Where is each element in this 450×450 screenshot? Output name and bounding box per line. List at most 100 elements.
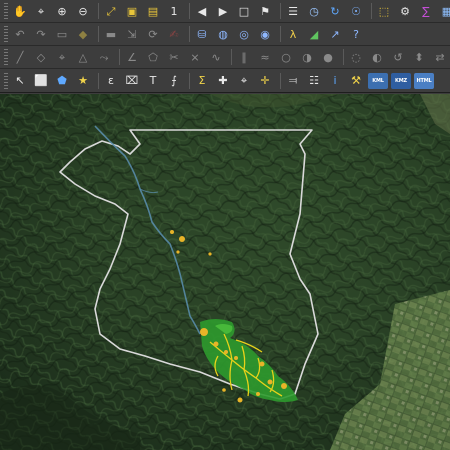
- georeference-icon[interactable]: ⌖: [235, 72, 253, 90]
- toolbar-separator: [280, 3, 281, 19]
- deselect-icon[interactable]: ⌧: [123, 72, 141, 90]
- attribute-table-icon[interactable]: ▦: [438, 2, 450, 20]
- qgis-window: ✋⌖⊕⊖⤢▣▤1◀▶□⚑☰◷↻☉⬚⚙∑▦↔✉✎ ↶↷▭◆▬⇲⟳✍⛁◍◎◉λ◢↗?…: [0, 0, 450, 450]
- map-svg[interactable]: [0, 94, 450, 450]
- simplify-icon[interactable]: ≈: [256, 48, 274, 66]
- select-pointer-icon[interactable]: ↖: [11, 72, 29, 90]
- tools-wrench-icon[interactable]: ⚒: [347, 72, 365, 90]
- zoom-full-icon[interactable]: ⤢: [102, 2, 120, 20]
- toolbar-separator: [119, 49, 120, 65]
- identify-icon[interactable]: ☉: [347, 2, 365, 20]
- change-label-icon[interactable]: ✍: [165, 25, 183, 43]
- zoom-to-selection-icon[interactable]: ▣: [123, 2, 141, 20]
- undo-icon[interactable]: ↶: [11, 25, 29, 43]
- add-wms-layer-icon[interactable]: ◍: [214, 25, 232, 43]
- select-by-expression-icon[interactable]: ε: [102, 72, 120, 90]
- zoom-next-icon[interactable]: ▶: [214, 2, 232, 20]
- toolbar-separator: [231, 49, 232, 65]
- zoom-to-layer-icon[interactable]: ▤: [144, 2, 162, 20]
- snapping-icon[interactable]: ⌖: [53, 48, 71, 66]
- add-part-icon[interactable]: ◑: [298, 48, 316, 66]
- zoom-last-icon[interactable]: ◀: [193, 2, 211, 20]
- reverse-line-icon[interactable]: ⇄: [431, 48, 449, 66]
- toolbar-separator: [371, 3, 372, 19]
- offset-curve-icon[interactable]: ∥: [235, 48, 253, 66]
- toolbar-handle[interactable]: [4, 26, 8, 42]
- merge-features-icon[interactable]: ⨯: [186, 48, 204, 66]
- export-kml-icon[interactable]: KML: [368, 72, 388, 89]
- pin-labels-icon[interactable]: ▭: [53, 25, 71, 43]
- favorite-star-icon[interactable]: ★: [74, 72, 92, 90]
- new-map-view-icon[interactable]: □: [235, 2, 253, 20]
- delete-ring-icon[interactable]: ◌: [347, 48, 365, 66]
- terrain-profile-icon[interactable]: ◢: [305, 25, 323, 43]
- select-by-rectangle-icon[interactable]: ⬜: [32, 72, 50, 90]
- select-by-polygon-icon[interactable]: ⬟: [53, 72, 71, 90]
- measure-polygon-icon[interactable]: ⬠: [144, 48, 162, 66]
- show-bookmarks-icon[interactable]: ☰: [284, 2, 302, 20]
- highlight-labels-icon[interactable]: ◆: [74, 25, 92, 43]
- export-kmz-icon[interactable]: KMZ: [391, 72, 411, 89]
- digitize-line-icon[interactable]: ╱: [11, 48, 29, 66]
- enable-tracing-icon[interactable]: ⤳: [95, 48, 113, 66]
- export-html-icon[interactable]: HTML: [414, 72, 434, 89]
- toolbar-separator: [98, 3, 99, 19]
- field-calculator-icon[interactable]: ⨍: [165, 72, 183, 90]
- advanced-digitizing-icon[interactable]: ∠: [123, 48, 141, 66]
- crosshair-icon[interactable]: ✚: [214, 72, 232, 90]
- new-bookmark-icon[interactable]: ⚑: [256, 2, 274, 20]
- toolbar-row-selection-plugins: ↖ ⬜ ⬟ ★ ε ⌧ T ⨍ Σ ✚ ⌖ ✛ ⫤ ☷ i ⚒ KML KMZ HTML: [0, 69, 450, 93]
- toolbar-separator: [189, 3, 190, 19]
- python-console-icon[interactable]: λ: [284, 25, 302, 43]
- database-icon[interactable]: ⛁: [193, 25, 211, 43]
- toolbar-handle[interactable]: [4, 49, 8, 65]
- add-wfs-layer-icon[interactable]: ◎: [235, 25, 253, 43]
- toolbar-separator: [280, 72, 281, 89]
- toolbar-area: ✋⌖⊕⊖⤢▣▤1◀▶□⚑☰◷↻☉⬚⚙∑▦↔✉✎ ↶↷▭◆▬⇲⟳✍⛁◍◎◉λ◢↗?…: [0, 0, 450, 94]
- scale-feature-icon[interactable]: ⬍: [410, 48, 428, 66]
- statistics-icon[interactable]: Σ: [193, 72, 211, 90]
- toolbar-handle[interactable]: [4, 3, 8, 19]
- toolbar-separator: [280, 26, 281, 42]
- toolbar-separator: [98, 72, 99, 89]
- select-features-icon[interactable]: ⬚: [375, 2, 393, 20]
- help-icon[interactable]: ?: [347, 25, 365, 43]
- rotate-feature-icon[interactable]: ↺: [389, 48, 407, 66]
- add-ring-icon[interactable]: ○: [277, 48, 295, 66]
- toolbar-row-digitizing: ╱◇⌖△⤳∠⬠✂⨯∿∥≈○◑●◌◐↺⬍⇄⊕◈✖: [0, 46, 450, 69]
- delete-part-icon[interactable]: ◐: [368, 48, 386, 66]
- attribute-form-icon[interactable]: ☷: [305, 72, 323, 90]
- move-label-icon[interactable]: ⇲: [123, 25, 141, 43]
- reshape-icon[interactable]: ∿: [207, 48, 225, 66]
- vertex-tool-icon[interactable]: ◇: [32, 48, 50, 66]
- run-action-icon[interactable]: ⚙: [396, 2, 414, 20]
- toolbar-row-navigation: ✋⌖⊕⊖⤢▣▤1◀▶□⚑☰◷↻☉⬚⚙∑▦↔✉✎: [0, 0, 450, 23]
- pan-map-icon[interactable]: ✋: [11, 2, 29, 20]
- toolbar-handle[interactable]: [4, 72, 8, 89]
- toolbar-separator: [98, 26, 99, 42]
- redo-icon[interactable]: ↷: [32, 25, 50, 43]
- add-feature-icon[interactable]: ✛: [256, 72, 274, 90]
- zoom-out-icon[interactable]: ⊖: [74, 2, 92, 20]
- fill-ring-icon[interactable]: ●: [319, 48, 337, 66]
- toolbar-separator: [189, 26, 190, 42]
- add-xyz-layer-icon[interactable]: ◉: [256, 25, 274, 43]
- rotate-label-icon[interactable]: ⟳: [144, 25, 162, 43]
- map-canvas[interactable]: [0, 94, 450, 450]
- show-hide-labels-icon[interactable]: ▬: [102, 25, 120, 43]
- toolbar-separator: [189, 72, 190, 89]
- split-features-icon[interactable]: ✂: [165, 48, 183, 66]
- zoom-in-icon[interactable]: ⊕: [53, 2, 71, 20]
- topology-icon[interactable]: △: [74, 48, 92, 66]
- info-icon[interactable]: i: [326, 72, 344, 90]
- toolbar-row-labels-database: ↶ ↷ ▭ ◆ ▬ ⇲ ⟳ ✍ ⛁ ◍ ◎ ◉ λ ◢ ↗?: [0, 23, 450, 46]
- toolbar-separator: [343, 49, 344, 65]
- merge-attributes-icon[interactable]: ⫤: [284, 72, 302, 90]
- temporal-controller-icon[interactable]: ◷: [305, 2, 323, 20]
- text-tool-icon[interactable]: T: [144, 72, 162, 90]
- refresh-icon[interactable]: ↻: [326, 2, 344, 20]
- graph-icon[interactable]: ↗: [326, 25, 344, 43]
- pan-to-selection-icon[interactable]: ⌖: [32, 2, 50, 20]
- zoom-native-icon[interactable]: 1: [165, 2, 183, 20]
- processing-toolbox-icon[interactable]: ∑: [417, 2, 435, 20]
